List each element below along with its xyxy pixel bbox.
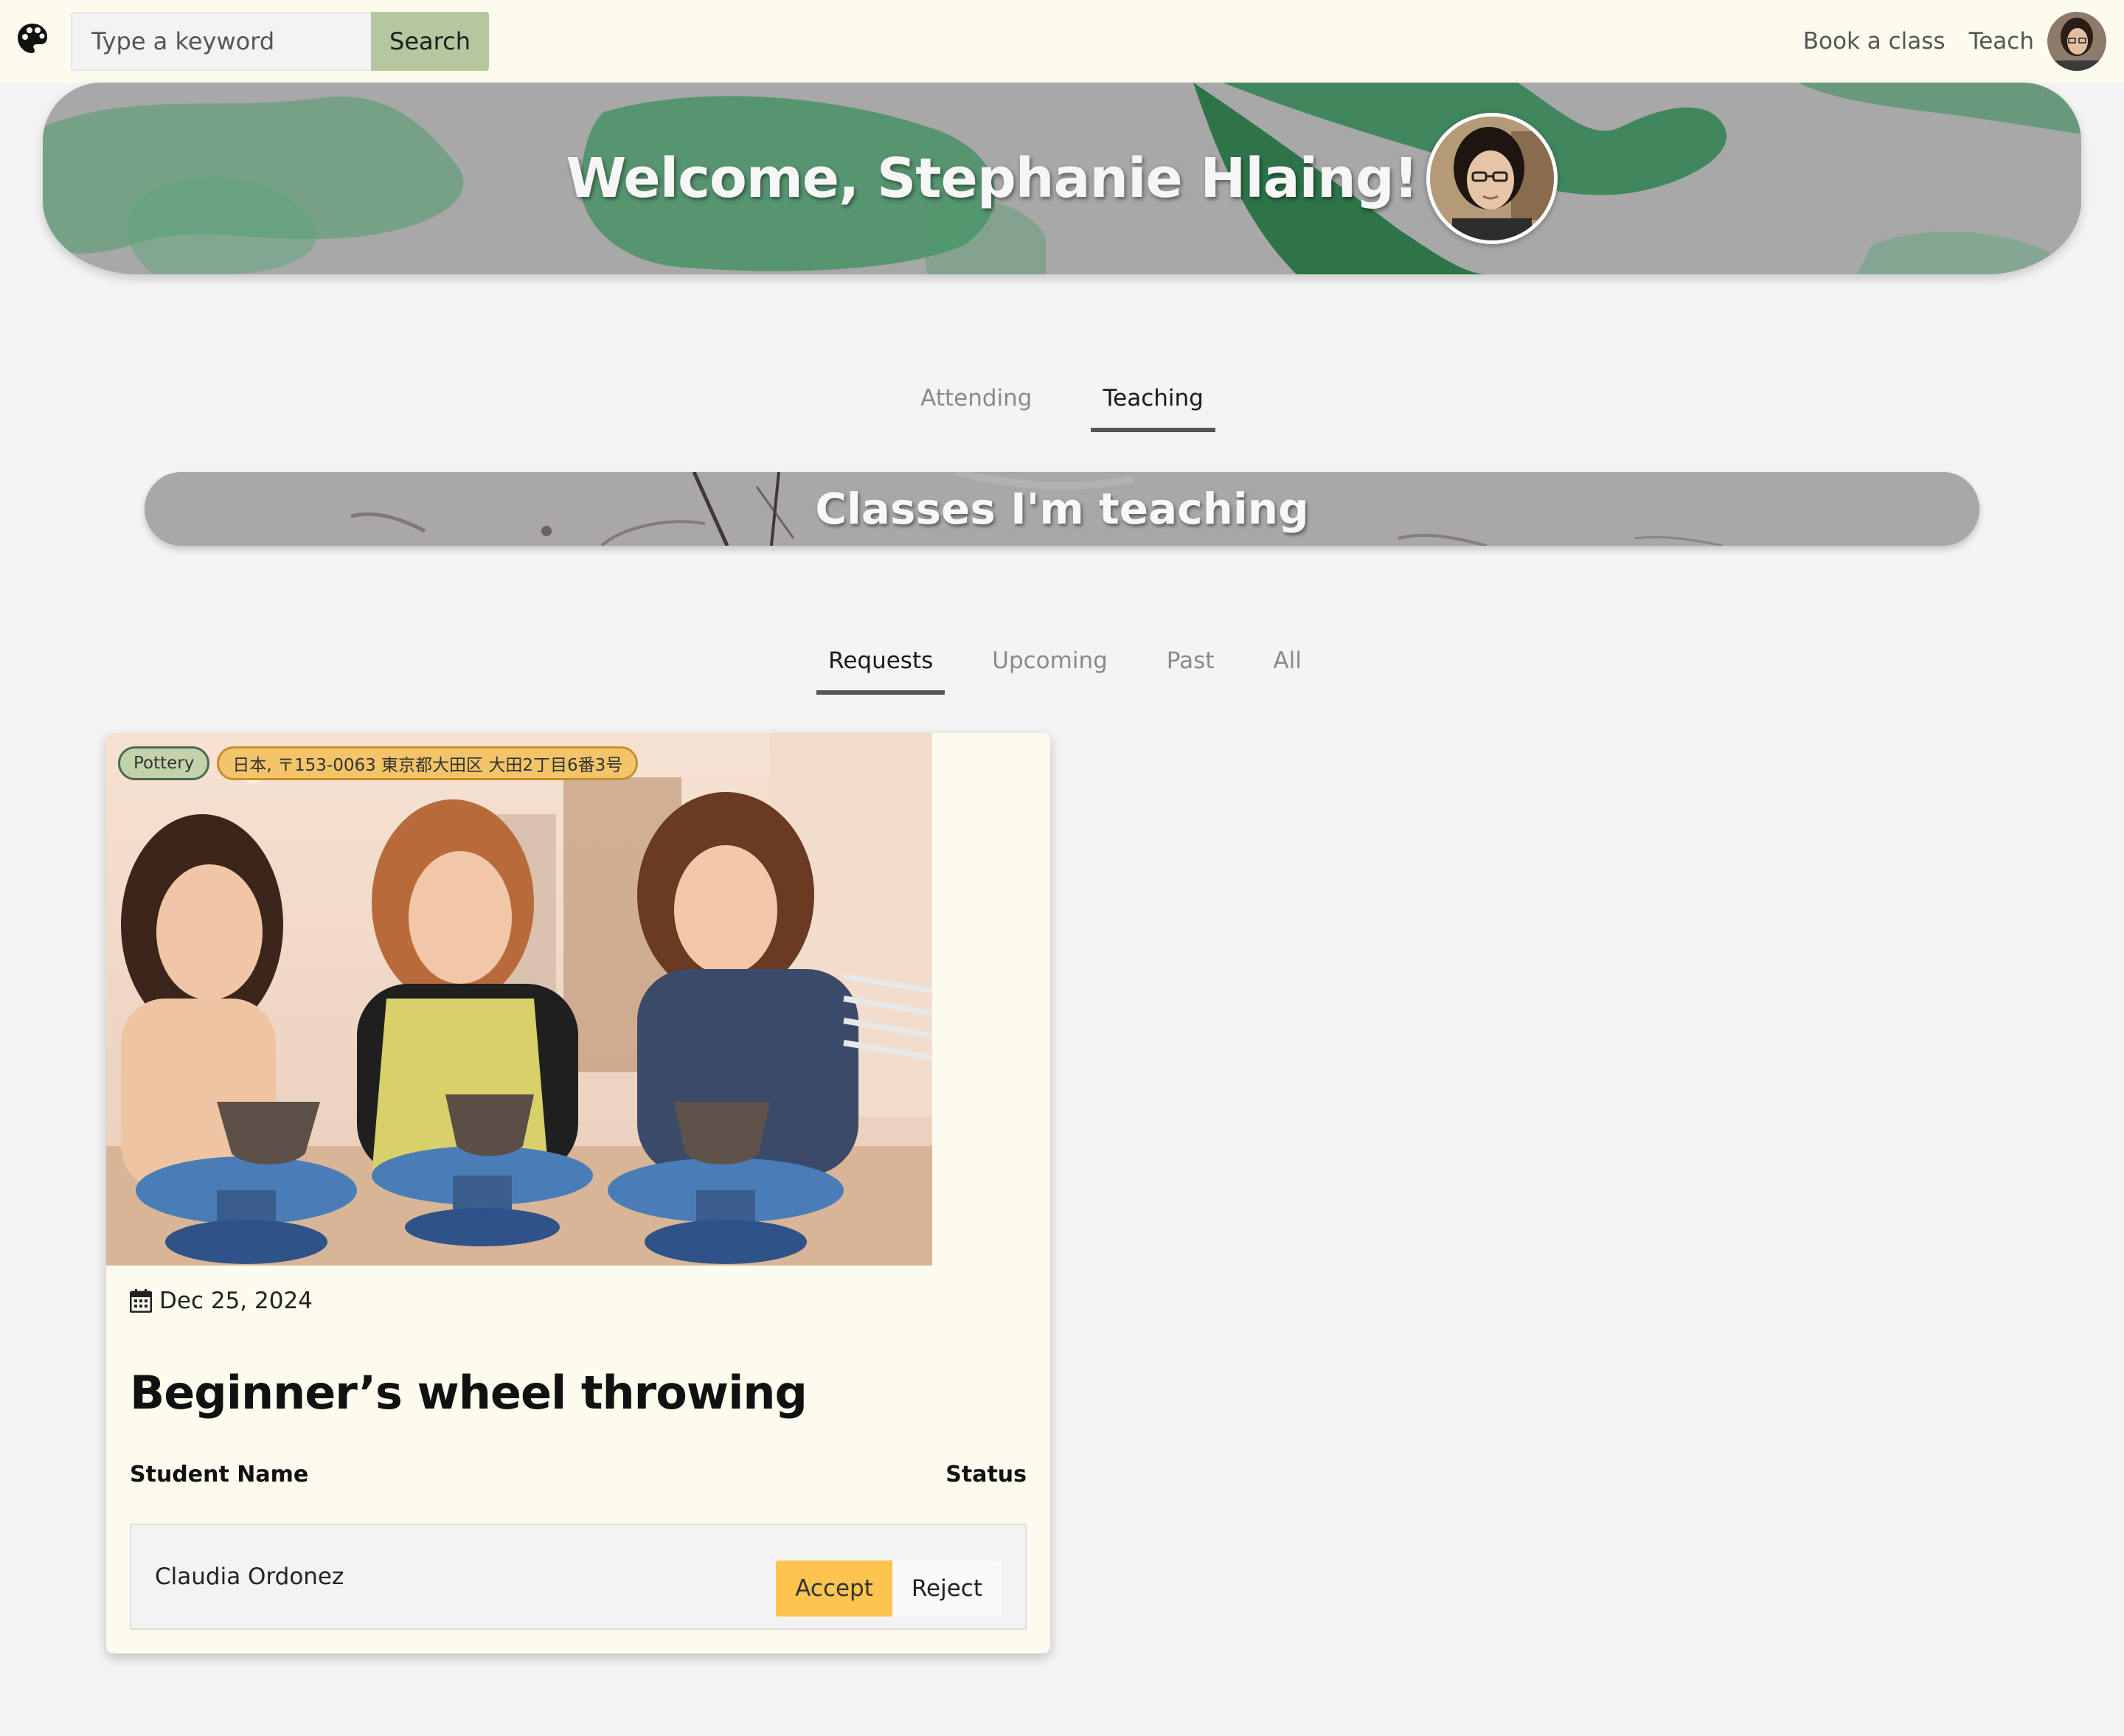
location-chip[interactable]: 日本, 〒153-0063 東京都大田区 大田2丁目6番3号 (217, 746, 639, 780)
class-date: Dec 25, 2024 (130, 1288, 313, 1314)
tab-upcoming[interactable]: Upcoming (980, 639, 1120, 695)
tab-attending[interactable]: Attending (909, 376, 1044, 432)
tab-past[interactable]: Past (1155, 639, 1226, 695)
search-bar: Search (71, 12, 489, 71)
section-banner: Classes I'm teaching (145, 472, 1979, 546)
calendar-icon (130, 1289, 152, 1313)
class-card: Pottery 日本, 〒153-0063 東京都大田区 大田2丁目6番3号 D… (106, 733, 1050, 1653)
class-status-tabs: Requests Upcoming Past All (0, 639, 2124, 695)
tab-requests[interactable]: Requests (816, 639, 945, 695)
tab-teaching[interactable]: Teaching (1091, 376, 1215, 432)
reject-button[interactable]: Reject (892, 1560, 1002, 1617)
student-name-header: Student Name (130, 1462, 309, 1487)
request-row: Claudia Ordonez Accept Reject (130, 1524, 1027, 1630)
class-photo[interactable]: Pottery 日本, 〒153-0063 東京都大田区 大田2丁目6番3号 (106, 733, 932, 1265)
search-button[interactable]: Search (371, 12, 489, 71)
book-a-class-link[interactable]: Book a class (1803, 28, 1946, 55)
request-actions: Accept Reject (776, 1560, 1002, 1617)
accept-button[interactable]: Accept (776, 1560, 892, 1617)
profile-photo[interactable] (1426, 113, 1558, 244)
tab-all[interactable]: All (1261, 639, 1313, 695)
welcome-banner: Welcome, Stephanie Hlaing! (43, 83, 2081, 274)
category-chip[interactable]: Pottery (118, 746, 210, 780)
role-tabs: Attending Teaching (0, 376, 2124, 432)
nav-links: Book a class Teach (1803, 0, 2124, 83)
date-text: Dec 25, 2024 (159, 1288, 313, 1314)
welcome-title: Welcome, Stephanie Hlaing! (566, 147, 1419, 210)
class-title[interactable]: Beginner’s wheel throwing (130, 1366, 808, 1420)
section-title: Classes I'm teaching (815, 484, 1309, 534)
palette-icon[interactable] (16, 22, 49, 55)
search-input[interactable] (71, 12, 371, 71)
class-tags: Pottery 日本, 〒153-0063 東京都大田区 大田2丁目6番3号 (118, 746, 645, 780)
student-name: Claudia Ordonez (155, 1563, 344, 1590)
teach-link[interactable]: Teach (1969, 28, 2034, 55)
status-header: Status (945, 1462, 1027, 1487)
user-avatar[interactable] (2047, 12, 2106, 71)
top-navbar: Search Book a class Teach (0, 0, 2124, 83)
